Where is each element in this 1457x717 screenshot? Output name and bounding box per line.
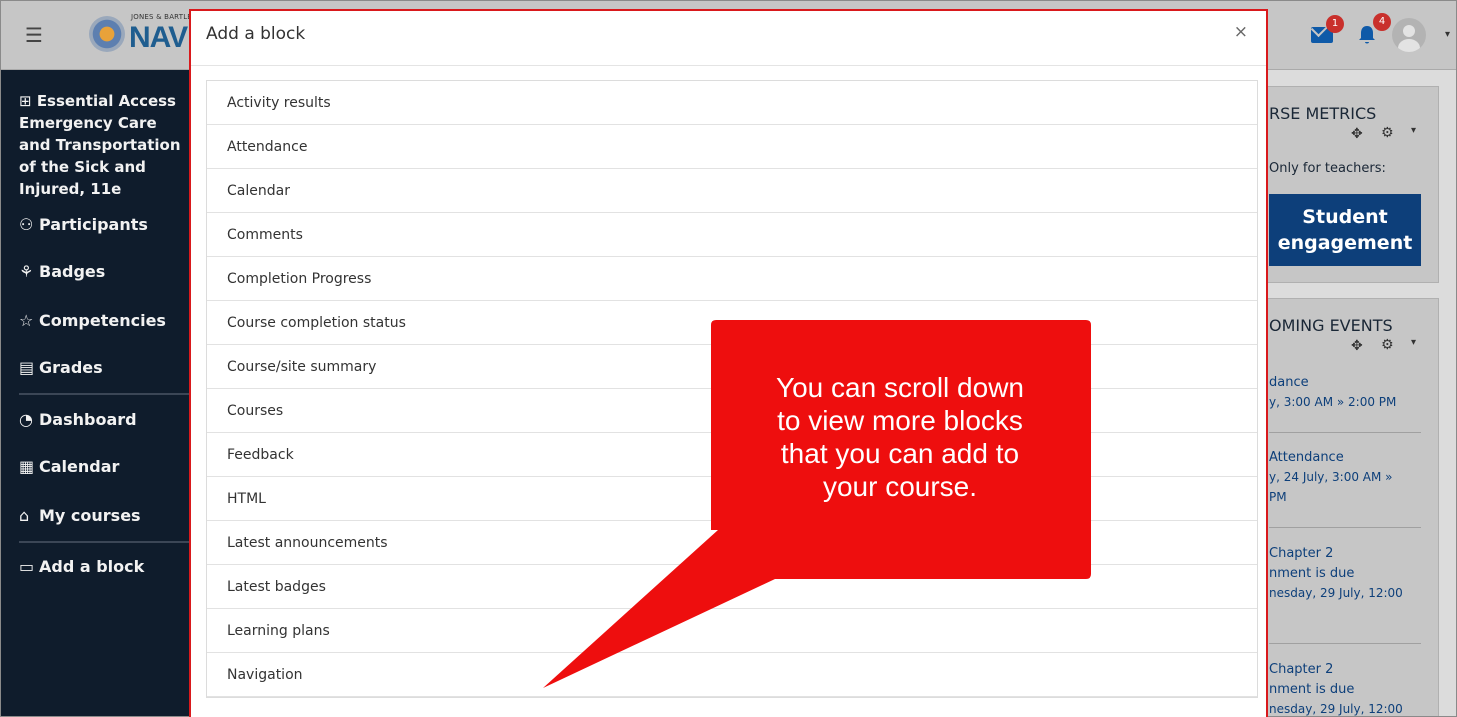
event-date: nesday, 29 July, 12:00 bbox=[1269, 586, 1403, 600]
callout-line: your course. bbox=[822, 471, 978, 502]
logo-icon bbox=[89, 16, 125, 52]
drawer-item-badges[interactable]: ⚘ Badges bbox=[19, 262, 105, 281]
caret-down-icon[interactable]: ▾ bbox=[1411, 337, 1416, 348]
add-block-modal: Add a block × Activity results Attendanc… bbox=[189, 9, 1268, 717]
event-separator bbox=[1269, 432, 1421, 433]
drawer-divider bbox=[19, 393, 191, 395]
event-desc: nment is due bbox=[1269, 682, 1355, 697]
list-item[interactable]: Latest announcements bbox=[207, 521, 1257, 565]
move-icon[interactable]: ✥ bbox=[1351, 338, 1363, 354]
badge-icon: ⚘ bbox=[19, 262, 34, 281]
drawer-item-add-a-block[interactable]: ▭ Add a block bbox=[19, 557, 144, 576]
drawer-item-label: Badges bbox=[39, 262, 106, 281]
participants-icon: ⚇ bbox=[19, 215, 34, 234]
list-item[interactable]: Calendar bbox=[207, 169, 1257, 213]
event-link[interactable]: dance bbox=[1269, 375, 1309, 390]
engage-line1: Student bbox=[1302, 206, 1388, 228]
bell-icon[interactable] bbox=[1358, 25, 1376, 45]
drawer-item-label: Calendar bbox=[39, 457, 120, 476]
close-icon[interactable]: × bbox=[1234, 22, 1248, 42]
list-item[interactable]: Attendance bbox=[207, 125, 1257, 169]
list-item[interactable]: Activity results bbox=[207, 81, 1257, 125]
hamburger-icon[interactable]: ☰ bbox=[25, 23, 43, 47]
drawer-divider bbox=[19, 541, 191, 543]
gear-icon[interactable]: ⚙ bbox=[1381, 125, 1394, 141]
event-link[interactable]: Chapter 2 bbox=[1269, 662, 1333, 677]
drawer-item-competencies[interactable]: ☆ Competencies bbox=[19, 311, 166, 330]
grid-icon: ⊞ bbox=[19, 92, 32, 110]
event-date: y, 3:00 AM » 2:00 PM bbox=[1269, 395, 1397, 409]
star-icon: ☆ bbox=[19, 311, 34, 330]
drawer-item-label: Participants bbox=[39, 215, 148, 234]
drawer-item-grades[interactable]: ▤ Grades bbox=[19, 358, 103, 377]
event-date: PM bbox=[1269, 490, 1287, 504]
folder-icon: ▭ bbox=[19, 557, 35, 576]
callout-line: to view more blocks bbox=[777, 405, 1023, 436]
list-item[interactable]: Latest badges bbox=[207, 565, 1257, 609]
course-title: Essential Access Emergency Care and Tran… bbox=[19, 92, 181, 198]
gear-icon[interactable]: ⚙ bbox=[1381, 337, 1394, 353]
event-separator bbox=[1269, 643, 1421, 644]
grades-icon: ▤ bbox=[19, 358, 35, 377]
list-item[interactable]: Navigation bbox=[207, 653, 1257, 697]
list-item[interactable]: Learning plans bbox=[207, 609, 1257, 653]
caret-down-icon[interactable]: ▾ bbox=[1411, 125, 1416, 136]
callout-text: You can scroll down to view more blocks … bbox=[712, 371, 1088, 503]
event-desc: nment is due bbox=[1269, 566, 1355, 581]
drawer-item-calendar[interactable]: ▦ Calendar bbox=[19, 457, 119, 476]
drawer-item-my-courses[interactable]: ⌂ My courses bbox=[19, 506, 141, 525]
mortarboard-icon: ⌂ bbox=[19, 506, 30, 525]
upcoming-events-title: OMING EVENTS bbox=[1269, 316, 1393, 335]
drawer-item-dashboard[interactable]: ◔ Dashboard bbox=[19, 410, 137, 429]
calendar-icon: ▦ bbox=[19, 457, 35, 476]
drawer-item-label: Dashboard bbox=[39, 410, 137, 429]
notifications-count-badge: 4 bbox=[1373, 13, 1391, 31]
list-item[interactable]: Comments bbox=[207, 213, 1257, 257]
caret-down-icon[interactable]: ▾ bbox=[1445, 29, 1450, 40]
event-date: y, 24 July, 3:00 AM » bbox=[1269, 470, 1393, 484]
engage-line2: engagement bbox=[1277, 232, 1413, 254]
event-date: nesday, 29 July, 12:00 bbox=[1269, 702, 1403, 716]
drawer-item-label: Competencies bbox=[39, 311, 166, 330]
event-link[interactable]: Attendance bbox=[1269, 450, 1344, 465]
drawer-item-label: My courses bbox=[39, 506, 141, 525]
event-link[interactable]: Chapter 2 bbox=[1269, 546, 1333, 561]
avatar[interactable] bbox=[1392, 18, 1426, 52]
callout-line: You can scroll down bbox=[775, 372, 1024, 403]
list-item[interactable]: Course completion status bbox=[207, 301, 1257, 345]
drawer-course-link[interactable]: ⊞ Essential Access Emergency Care and Tr… bbox=[19, 90, 189, 200]
course-metrics-title: RSE METRICS bbox=[1269, 104, 1377, 123]
modal-title: Add a block bbox=[206, 24, 306, 44]
list-item[interactable]: Completion Progress bbox=[207, 257, 1257, 301]
dashboard-icon: ◔ bbox=[19, 410, 33, 429]
nav-drawer: ⊞ Essential Access Emergency Care and Tr… bbox=[1, 70, 191, 716]
upcoming-events-block bbox=[1241, 298, 1439, 716]
drawer-item-label: Add a block bbox=[39, 557, 145, 576]
metrics-note: Only for teachers: bbox=[1269, 161, 1386, 176]
student-engagement-button[interactable]: Student engagement bbox=[1269, 194, 1421, 266]
messages-count-badge: 1 bbox=[1326, 15, 1344, 33]
drawer-item-label: Grades bbox=[39, 358, 103, 377]
drawer-item-participants[interactable]: ⚇ Participants bbox=[19, 215, 148, 234]
logo-text[interactable]: NAVI bbox=[129, 21, 195, 55]
move-icon[interactable]: ✥ bbox=[1351, 126, 1363, 142]
callout-line: that you can add to bbox=[780, 438, 1020, 469]
modal-header: Add a block × bbox=[191, 11, 1266, 66]
event-separator bbox=[1269, 527, 1421, 528]
